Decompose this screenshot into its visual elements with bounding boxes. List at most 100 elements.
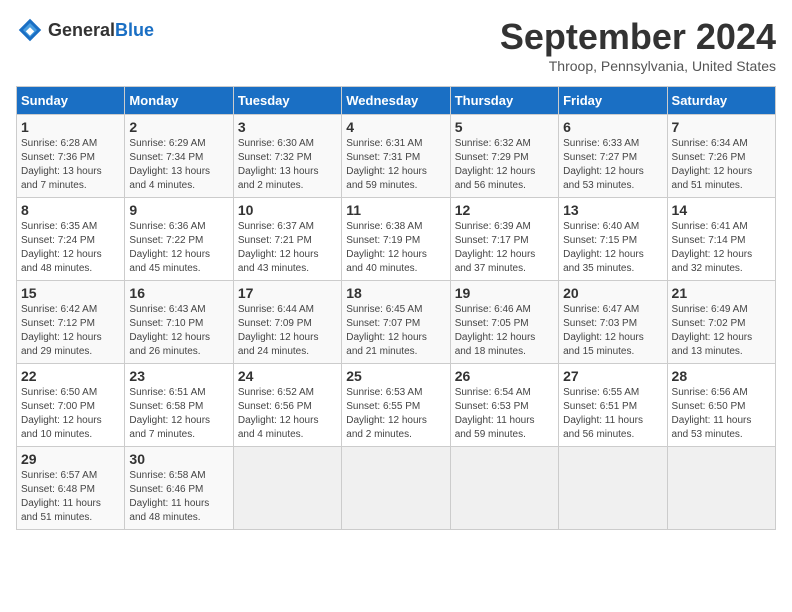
day-info: Sunrise: 6:51 AM Sunset: 6:58 PM Dayligh… <box>129 386 228 442</box>
calendar-cell: 13 Sunrise: 6:40 AM Sunset: 7:15 PM Dayli… <box>559 198 667 281</box>
day-info: Sunrise: 6:36 AM Sunset: 7:22 PM Dayligh… <box>129 220 228 276</box>
day-info: Sunrise: 6:39 AM Sunset: 7:17 PM Dayligh… <box>455 220 554 276</box>
week-row-5: 29 Sunrise: 6:57 AM Sunset: 6:48 PM Dayli… <box>17 447 776 530</box>
day-info: Sunrise: 6:55 AM Sunset: 6:51 PM Dayligh… <box>563 386 662 442</box>
day-number: 4 <box>346 119 445 135</box>
day-number: 27 <box>563 368 662 384</box>
day-number: 24 <box>238 368 337 384</box>
day-info: Sunrise: 6:44 AM Sunset: 7:09 PM Dayligh… <box>238 303 337 359</box>
day-info: Sunrise: 6:41 AM Sunset: 7:14 PM Dayligh… <box>672 220 771 276</box>
day-number: 22 <box>21 368 120 384</box>
week-row-2: 8 Sunrise: 6:35 AM Sunset: 7:24 PM Daylig… <box>17 198 776 281</box>
calendar-cell: 23 Sunrise: 6:51 AM Sunset: 6:58 PM Dayli… <box>125 364 233 447</box>
day-number: 16 <box>129 285 228 301</box>
day-number: 26 <box>455 368 554 384</box>
day-info: Sunrise: 6:28 AM Sunset: 7:36 PM Dayligh… <box>21 137 120 193</box>
calendar-cell: 6 Sunrise: 6:33 AM Sunset: 7:27 PM Daylig… <box>559 115 667 198</box>
calendar-cell: 22 Sunrise: 6:50 AM Sunset: 7:00 PM Dayli… <box>17 364 125 447</box>
calendar-cell: 18Sunrise: 6:45 AM Sunset: 7:07 PM Dayli… <box>342 281 450 364</box>
logo-blue-text: Blue <box>115 20 154 40</box>
calendar-cell: 12 Sunrise: 6:39 AM Sunset: 7:17 PM Dayli… <box>450 198 558 281</box>
calendar-cell: 4Sunrise: 6:31 AM Sunset: 7:31 PM Daylig… <box>342 115 450 198</box>
generalblue-logo-icon <box>16 16 44 44</box>
calendar-cell: 11Sunrise: 6:38 AM Sunset: 7:19 PM Dayli… <box>342 198 450 281</box>
calendar-cell: 10 Sunrise: 6:37 AM Sunset: 7:21 PM Dayli… <box>233 198 341 281</box>
calendar-header-row: SundayMondayTuesdayWednesdayThursdayFrid… <box>17 87 776 115</box>
day-number: 20 <box>563 285 662 301</box>
calendar-cell <box>667 447 775 530</box>
day-info: Sunrise: 6:33 AM Sunset: 7:27 PM Dayligh… <box>563 137 662 193</box>
day-info: Sunrise: 6:42 AM Sunset: 7:12 PM Dayligh… <box>21 303 120 359</box>
day-number: 28 <box>672 368 771 384</box>
calendar-cell: 30Sunrise: 6:58 AM Sunset: 6:46 PM Dayli… <box>125 447 233 530</box>
day-number: 8 <box>21 202 120 218</box>
calendar-cell: 29 Sunrise: 6:57 AM Sunset: 6:48 PM Dayli… <box>17 447 125 530</box>
calendar-cell: 17Sunrise: 6:44 AM Sunset: 7:09 PM Dayli… <box>233 281 341 364</box>
week-row-4: 22 Sunrise: 6:50 AM Sunset: 7:00 PM Dayli… <box>17 364 776 447</box>
calendar-cell: 15 Sunrise: 6:42 AM Sunset: 7:12 PM Dayli… <box>17 281 125 364</box>
day-number: 3 <box>238 119 337 135</box>
day-number: 11 <box>346 202 445 218</box>
calendar-cell: 24Sunrise: 6:52 AM Sunset: 6:56 PM Dayli… <box>233 364 341 447</box>
calendar-cell <box>233 447 341 530</box>
month-title: September 2024 <box>500 16 776 58</box>
day-info: Sunrise: 6:30 AM Sunset: 7:32 PM Dayligh… <box>238 137 337 193</box>
week-row-3: 15 Sunrise: 6:42 AM Sunset: 7:12 PM Dayli… <box>17 281 776 364</box>
calendar-cell: 21 Sunrise: 6:49 AM Sunset: 7:02 PM Dayli… <box>667 281 775 364</box>
calendar-cell: 3 Sunrise: 6:30 AM Sunset: 7:32 PM Daylig… <box>233 115 341 198</box>
calendar-cell: 14 Sunrise: 6:41 AM Sunset: 7:14 PM Dayli… <box>667 198 775 281</box>
calendar-cell: 19 Sunrise: 6:46 AM Sunset: 7:05 PM Dayli… <box>450 281 558 364</box>
page-header: GeneralBlue September 2024 Throop, Penns… <box>16 16 776 74</box>
day-number: 5 <box>455 119 554 135</box>
day-header-friday: Friday <box>559 87 667 115</box>
day-number: 30 <box>129 451 228 467</box>
calendar-cell: 5 Sunrise: 6:32 AM Sunset: 7:29 PM Daylig… <box>450 115 558 198</box>
location-text: Throop, Pennsylvania, United States <box>500 58 776 74</box>
day-info: Sunrise: 6:50 AM Sunset: 7:00 PM Dayligh… <box>21 386 120 442</box>
calendar-cell <box>559 447 667 530</box>
day-number: 6 <box>563 119 662 135</box>
calendar-cell: 16 Sunrise: 6:43 AM Sunset: 7:10 PM Dayli… <box>125 281 233 364</box>
day-info: Sunrise: 6:43 AM Sunset: 7:10 PM Dayligh… <box>129 303 228 359</box>
day-number: 23 <box>129 368 228 384</box>
day-info: Sunrise: 6:57 AM Sunset: 6:48 PM Dayligh… <box>21 469 120 525</box>
calendar-cell: 27 Sunrise: 6:55 AM Sunset: 6:51 PM Dayli… <box>559 364 667 447</box>
calendar-cell: 25Sunrise: 6:53 AM Sunset: 6:55 PM Dayli… <box>342 364 450 447</box>
week-row-1: 1 Sunrise: 6:28 AM Sunset: 7:36 PM Daylig… <box>17 115 776 198</box>
day-number: 19 <box>455 285 554 301</box>
day-number: 9 <box>129 202 228 218</box>
day-number: 1 <box>21 119 120 135</box>
day-number: 14 <box>672 202 771 218</box>
day-number: 7 <box>672 119 771 135</box>
day-header-thursday: Thursday <box>450 87 558 115</box>
day-header-saturday: Saturday <box>667 87 775 115</box>
day-info: Sunrise: 6:40 AM Sunset: 7:15 PM Dayligh… <box>563 220 662 276</box>
title-area: September 2024 Throop, Pennsylvania, Uni… <box>500 16 776 74</box>
day-number: 12 <box>455 202 554 218</box>
calendar-cell: 1 Sunrise: 6:28 AM Sunset: 7:36 PM Daylig… <box>17 115 125 198</box>
calendar-cell <box>450 447 558 530</box>
calendar-cell: 7 Sunrise: 6:34 AM Sunset: 7:26 PM Daylig… <box>667 115 775 198</box>
day-number: 10 <box>238 202 337 218</box>
day-number: 15 <box>21 285 120 301</box>
calendar-cell: 9 Sunrise: 6:36 AM Sunset: 7:22 PM Daylig… <box>125 198 233 281</box>
day-info: Sunrise: 6:49 AM Sunset: 7:02 PM Dayligh… <box>672 303 771 359</box>
day-info: Sunrise: 6:37 AM Sunset: 7:21 PM Dayligh… <box>238 220 337 276</box>
day-info: Sunrise: 6:47 AM Sunset: 7:03 PM Dayligh… <box>563 303 662 359</box>
day-number: 21 <box>672 285 771 301</box>
calendar-cell <box>342 447 450 530</box>
day-info: Sunrise: 6:29 AM Sunset: 7:34 PM Dayligh… <box>129 137 228 193</box>
day-number: 29 <box>21 451 120 467</box>
day-info: Sunrise: 6:34 AM Sunset: 7:26 PM Dayligh… <box>672 137 771 193</box>
calendar-cell: 20 Sunrise: 6:47 AM Sunset: 7:03 PM Dayli… <box>559 281 667 364</box>
day-info: Sunrise: 6:46 AM Sunset: 7:05 PM Dayligh… <box>455 303 554 359</box>
day-info: Sunrise: 6:45 AM Sunset: 7:07 PM Dayligh… <box>346 303 445 359</box>
calendar-table: SundayMondayTuesdayWednesdayThursdayFrid… <box>16 86 776 530</box>
calendar-cell: 8 Sunrise: 6:35 AM Sunset: 7:24 PM Daylig… <box>17 198 125 281</box>
day-info: Sunrise: 6:32 AM Sunset: 7:29 PM Dayligh… <box>455 137 554 193</box>
day-number: 13 <box>563 202 662 218</box>
day-info: Sunrise: 6:35 AM Sunset: 7:24 PM Dayligh… <box>21 220 120 276</box>
calendar-cell: 26Sunrise: 6:54 AM Sunset: 6:53 PM Dayli… <box>450 364 558 447</box>
day-info: Sunrise: 6:53 AM Sunset: 6:55 PM Dayligh… <box>346 386 445 442</box>
day-header-monday: Monday <box>125 87 233 115</box>
